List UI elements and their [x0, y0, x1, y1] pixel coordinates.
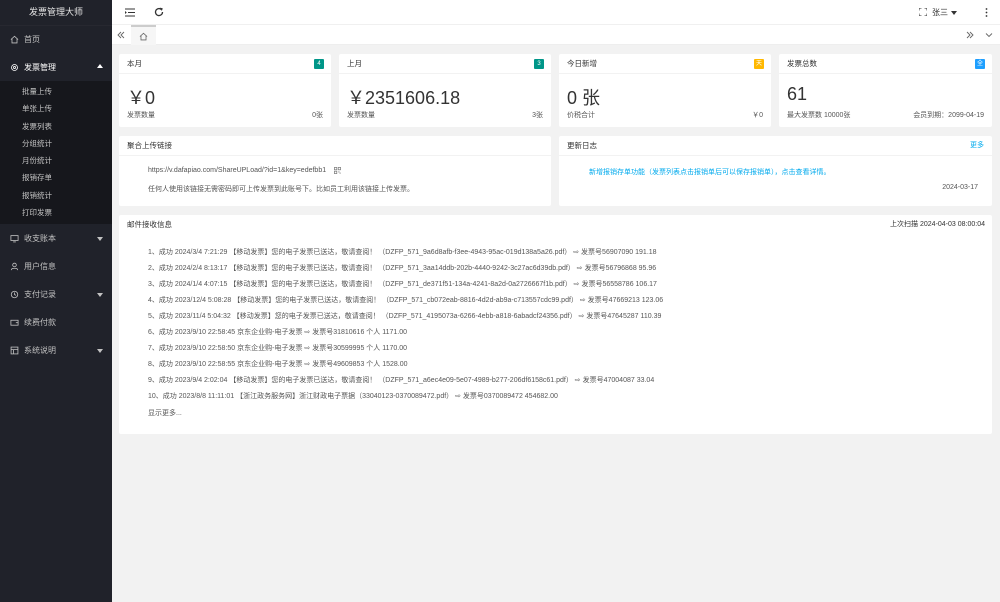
stat-card-total-invoices: 发票总数 全 61 最大发票数 10000张 会员到期：2099-04-19	[779, 54, 992, 127]
stat-card-today-new: 今日新增 天 0 张 价税合计 ￥0	[559, 54, 771, 127]
refresh-icon[interactable]	[153, 6, 165, 18]
fullscreen-icon[interactable]	[917, 6, 929, 18]
card-title: 聚合上传链接	[119, 136, 551, 156]
sidebar-item-label: 续费付款	[24, 317, 56, 327]
card-title: 今日新增	[567, 59, 597, 68]
card-title: 发票总数	[787, 59, 817, 68]
sidebar-item-home[interactable]: 首页	[0, 25, 112, 53]
stat-card-this-month: 本月 4 ￥0 发票数量 0张	[119, 54, 331, 127]
monitor-icon	[9, 233, 19, 243]
more-vertical-icon[interactable]	[980, 6, 992, 18]
stat-right-value: 会员到期：2099-04-19	[913, 112, 984, 119]
count-badge: 全	[974, 59, 985, 69]
changelog-date: 2024-03-17	[942, 184, 978, 191]
mail-line: 8、成功 2023/9/10 22:58:55 京东企业购-电子发票 ⇨ 发票号…	[148, 361, 408, 368]
chevron-down-icon	[97, 237, 103, 242]
stat-right-value: ￥0	[752, 112, 763, 119]
stat-label: 发票数量	[347, 112, 375, 119]
sidebar-subitem-reimburse-slip[interactable]: 报销存单	[0, 169, 112, 186]
user-name: 张三	[932, 8, 948, 17]
count-badge: 天	[753, 59, 764, 69]
count-badge: 4	[314, 59, 324, 69]
sidebar-item-system-guide[interactable]: 系统说明	[0, 336, 112, 364]
settings-icon	[9, 289, 19, 299]
mail-info-card: 邮件接收信息 上次扫描 2024-04-03 08:00:04 1、成功 2024…	[119, 215, 992, 434]
app-logo: 发票管理大师	[0, 0, 112, 25]
sidebar-item-payment-records[interactable]: 支付记录	[0, 280, 112, 308]
stat-label: 最大发票数 10000张	[787, 112, 851, 119]
sidebar-item-label: 收支账本	[24, 233, 56, 243]
tabs-scroll-left-icon[interactable]	[115, 29, 127, 41]
home-icon	[9, 34, 19, 44]
sidebar-subitem-reimburse-stats[interactable]: 报销统计	[0, 187, 112, 204]
mail-line: 4、成功 2023/12/4 5:08:28 【移动发票】您的电子发票已送达，敬…	[148, 297, 664, 304]
mail-line: 10、成功 2023/8/8 11:11:01 【浙江政务服务网】浙江财政电子票…	[148, 393, 558, 400]
user-icon	[9, 261, 19, 271]
sidebar-item-label: 系统说明	[24, 345, 56, 355]
stat-right-value: 0张	[312, 112, 323, 119]
stat-value: 0 张	[567, 88, 601, 108]
mail-line: 7、成功 2023/9/10 22:58:50 京东企业购-电子发票 ⇨ 发票号…	[148, 345, 408, 352]
card-title: 邮件接收信息	[127, 220, 172, 229]
sidebar-subitem-invoice-list[interactable]: 发票列表	[0, 118, 112, 135]
chevron-down-icon	[951, 10, 957, 15]
sidebar-subitem-group-stats[interactable]: 分组统计	[0, 135, 112, 152]
chevron-down-icon	[97, 349, 103, 354]
sidebar-subitem-single-upload[interactable]: 单张上传	[0, 100, 112, 117]
mail-line: 3、成功 2024/1/4 4:07:15 【移动发票】您的电子发票已送达，敬请…	[148, 281, 657, 288]
sidebar-item-label: 用户信息	[24, 261, 56, 271]
mail-line: 2、成功 2024/2/4 8:13:17 【移动发票】您的电子发票已送达，敬请…	[148, 265, 657, 272]
upload-link-url[interactable]: https://v.dafapiao.com/ShareUPLoad/?id=1…	[148, 167, 326, 174]
template-icon	[9, 345, 19, 355]
show-more-link[interactable]: 显示更多...	[148, 408, 182, 418]
stat-value: ￥0	[127, 88, 156, 108]
stat-right-value: 3张	[532, 112, 543, 119]
sidebar-subitem-batch-upload[interactable]: 批量上传	[0, 83, 112, 100]
changelog-entry-link[interactable]: 新增报销存单功能（发票列表点击报销单后可以保存报销单），点击查看详情。	[589, 167, 831, 177]
count-badge: 3	[534, 59, 544, 69]
stat-value: ￥2351606.18	[347, 88, 461, 108]
stat-value: 61	[787, 84, 808, 104]
gear-icon	[9, 62, 19, 72]
sidebar-subnav: 批量上传 单张上传 发票列表 分组统计 月份统计 报销存单 报销统计 打印发票	[0, 81, 112, 225]
sidebar-item-label: 发票管理	[24, 62, 56, 72]
sidebar-subitem-print-invoice[interactable]: 打印发票	[0, 204, 112, 221]
card-title: 更新日志	[567, 141, 597, 150]
sidebar-subitem-month-stats[interactable]: 月份统计	[0, 152, 112, 169]
sidebar-item-invoice-management[interactable]: 发票管理	[0, 53, 112, 81]
tabs-scroll-right-icon[interactable]	[964, 29, 976, 41]
qrcode-icon[interactable]	[334, 167, 342, 174]
sidebar-item-label: 首页	[24, 34, 40, 44]
mail-line: 1、成功 2024/3/4 7:21:29 【移动发票】您的电子发票已送达，敬请…	[148, 249, 657, 256]
user-menu[interactable]: 张三	[932, 7, 957, 18]
chevron-down-icon	[97, 293, 103, 298]
sidebar: 发票管理大师 首页 发票管理 批量上传 单张上传 发票列表 分组统计 月份统计 …	[0, 0, 112, 602]
top-header: 张三	[112, 0, 1000, 25]
mail-line: 5、成功 2023/11/4 5:04:32 【移动发票】您的电子发票已送达，敬…	[148, 313, 662, 320]
wallet-icon	[9, 317, 19, 327]
changelog-more-link[interactable]: 更多	[970, 136, 984, 156]
sidebar-item-ledger[interactable]: 收支账本	[0, 224, 112, 252]
sidebar-item-label: 支付记录	[24, 289, 56, 299]
card-title: 上月	[347, 59, 362, 68]
sidebar-item-user-info[interactable]: 用户信息	[0, 252, 112, 280]
menu-toggle-icon[interactable]	[124, 6, 136, 18]
upload-link-card: 聚合上传链接 https://v.dafapiao.com/ShareUPLoa…	[119, 136, 551, 206]
stat-label: 价税合计	[567, 112, 595, 119]
sidebar-item-renew-payment[interactable]: 续费付款	[0, 308, 112, 336]
last-scan-time: 上次扫描 2024-04-03 08:00:04	[890, 221, 985, 228]
mail-line: 9、成功 2023/9/4 2:02:04 【移动发票】您的电子发票已送达，敬请…	[148, 377, 655, 384]
home-icon	[139, 32, 148, 40]
tab-home[interactable]	[131, 25, 156, 45]
mail-line: 6、成功 2023/9/10 22:58:45 京东企业购-电子发票 ⇨ 发票号…	[148, 329, 408, 336]
tab-bar	[112, 25, 1000, 45]
chevron-up-icon	[97, 64, 103, 68]
upload-link-note: 任何人使用该链接无需密码即可上传发票到此账号下。比如员工利用该链接上传发票。	[148, 186, 414, 193]
changelog-card: 更新日志 更多 新增报销存单功能（发票列表点击报销单后可以保存报销单），点击查看详…	[559, 136, 992, 206]
stat-card-last-month: 上月 3 ￥2351606.18 发票数量 3张	[339, 54, 551, 127]
stat-label: 发票数量	[127, 112, 155, 119]
tabs-menu-icon[interactable]	[983, 29, 995, 41]
card-title: 本月	[127, 59, 142, 68]
